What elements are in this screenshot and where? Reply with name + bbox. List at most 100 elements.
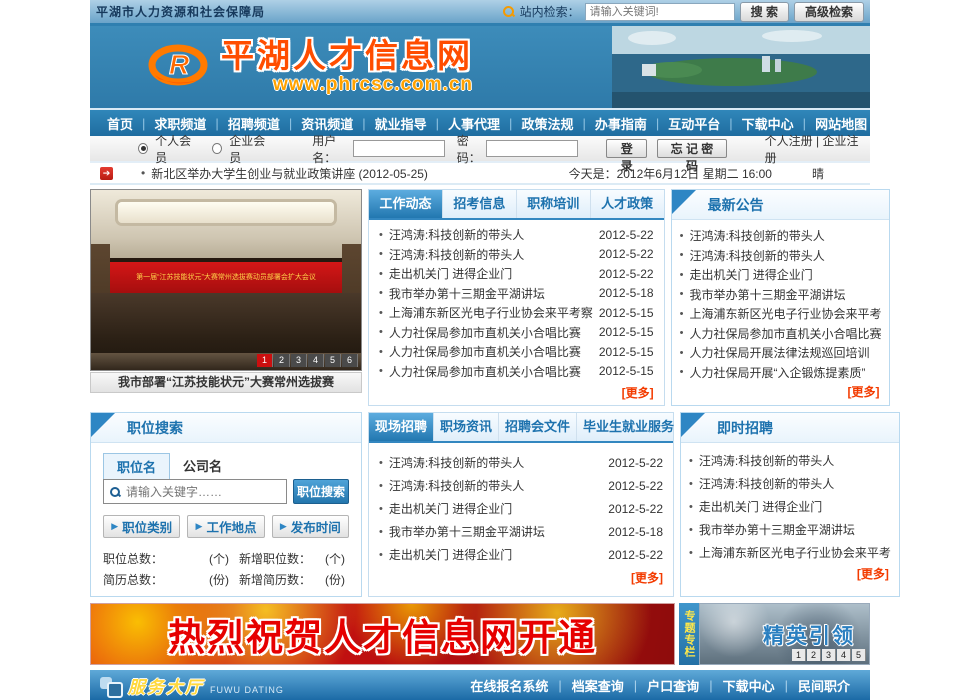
tab-workplace-news[interactable]: 职场资讯	[434, 413, 499, 441]
work-news-more-link[interactable]: [更多]	[622, 386, 654, 400]
photo-page-1[interactable]: 1	[257, 354, 273, 367]
recruit-tabbar: 现场招聘 职场资讯 招聘会文件 毕业生就业服务	[369, 413, 673, 443]
notice-more-link[interactable]: [更多]	[847, 385, 879, 399]
keyword-input[interactable]	[126, 485, 281, 499]
tab-onsite-recruit[interactable]: 现场招聘	[369, 413, 434, 441]
new-jobs-unit: (个)	[323, 550, 349, 567]
login-button[interactable]: 登 录	[606, 139, 647, 158]
bullet-icon: •	[689, 524, 693, 536]
photo-page-5[interactable]: 5	[325, 354, 341, 367]
site-search-input[interactable]	[585, 3, 735, 21]
elite-page-1[interactable]: 1	[792, 649, 806, 661]
page-container: 平湖市人力资源和社会保障局 站内检索： 搜 索 高级检索 R 平湖人才信息网 w…	[90, 0, 870, 700]
bullet-icon: •	[379, 287, 383, 299]
logo-area[interactable]: R 平湖人才信息网 www.phrcsc.com.cn	[145, 38, 473, 96]
nav-sitemap[interactable]: 网站地图	[806, 114, 876, 133]
notice-list: •汪鸿涛:科技创新的带头人 •汪鸿涛:科技创新的带头人 •走出机关门 进得企业门…	[672, 220, 890, 382]
news-item: •走出机关门 进得企业门2012-5-22	[379, 543, 663, 566]
filter-publish-time[interactable]: ▶发布时间	[272, 515, 349, 538]
news-item: •汪鸿涛:科技创新的带头人2012-5-22	[379, 225, 654, 245]
total-resumes-unit: (份)	[177, 571, 229, 588]
header-scenery-photo	[612, 26, 870, 108]
login-bar: 个人会员 企业会员 用户名： 密码： 登 录 忘 记 密 码 个人注册 | 企业…	[90, 136, 870, 163]
notice-item: •人力社保局开展“入企锻炼提素质”	[680, 363, 882, 383]
special-column-vertical-tab[interactable]: 专题专栏	[679, 603, 699, 665]
job-filter-buttons: ▶职位类别 ▶工作地点 ▶发布时间	[103, 515, 349, 538]
nav-home[interactable]: 首页	[98, 114, 142, 133]
photo-news-image[interactable]: 第一届“江苏技能状元”大赛常州选拔赛动员部署会扩大会议 1 2 3 4 5 6	[90, 189, 362, 371]
bullet-icon: •	[379, 457, 383, 469]
personal-member-radio[interactable]	[138, 143, 148, 154]
nav-hr-agency[interactable]: 人事代理	[439, 114, 509, 133]
elite-page-4[interactable]: 4	[837, 649, 851, 661]
link-archive-query[interactable]: 档案查询	[562, 676, 634, 695]
job-search-button[interactable]: 职位搜索	[293, 479, 349, 504]
tab-position-name[interactable]: 职位名	[103, 453, 170, 479]
photo-page-2[interactable]: 2	[274, 354, 290, 367]
stats-row: 职位总数： (个) 新增职位数： (个)	[103, 548, 349, 569]
news-item: •我市举办第十三期金平湖讲坛2012-5-18	[379, 520, 663, 543]
tab-work-dynamics[interactable]: 工作动态	[369, 190, 443, 218]
nav-downloads[interactable]: 下载中心	[733, 114, 803, 133]
recruit-more-link[interactable]: [更多]	[631, 571, 663, 585]
elite-page-3[interactable]: 3	[822, 649, 836, 661]
search-button[interactable]: 搜 索	[740, 2, 789, 22]
bullet-icon: •	[379, 526, 383, 538]
nav-recruit[interactable]: 招聘频道	[219, 114, 289, 133]
company-member-radio[interactable]	[212, 143, 222, 154]
tab-graduate-services[interactable]: 毕业生就业服务	[577, 413, 680, 441]
link-household-query[interactable]: 户口查询	[637, 676, 709, 695]
nav-jobseek[interactable]: 求职频道	[145, 114, 215, 133]
tab-talent-policy[interactable]: 人才政策	[591, 190, 664, 218]
forgot-password-button[interactable]: 忘 记 密 码	[657, 139, 726, 158]
tab-exam-info[interactable]: 招考信息	[443, 190, 517, 218]
service-hall-bar: 服务大厅 FUWU DATING 在线报名系统| 档案查询| 户口查询| 下载中…	[90, 670, 870, 700]
notice-item: •我市举办第十三期金平湖讲坛	[689, 518, 891, 541]
personal-register-link[interactable]: 个人注册	[765, 134, 813, 148]
recruit-news-panel: 现场招聘 职场资讯 招聘会文件 毕业生就业服务 •汪鸿涛:科技创新的带头人201…	[368, 412, 674, 597]
more-row: [更多]	[681, 564, 899, 586]
link-private-agency[interactable]: 民间职介	[788, 676, 860, 695]
nav-handbook[interactable]: 办事指南	[586, 114, 656, 133]
photo-caption[interactable]: 我市部署“江苏技能状元”大赛常州选拔赛	[90, 372, 362, 393]
more-row: [更多]	[369, 568, 673, 590]
tab-company-name[interactable]: 公司名	[170, 453, 235, 479]
bullet-icon: •	[379, 326, 383, 338]
banner-row: 热烈祝贺人才信息网开通 专题专栏 精英引领 1 2 3 4 5	[90, 603, 870, 665]
nav-news[interactable]: 资讯频道	[292, 114, 362, 133]
photo-page-4[interactable]: 4	[308, 354, 324, 367]
elite-banner-photo[interactable]: 精英引领 1 2 3 4 5	[699, 603, 870, 665]
today-date: 今天是：2012年6月12日 星期二 16:00	[569, 165, 772, 182]
password-input[interactable]	[486, 140, 578, 157]
username-input[interactable]	[353, 140, 445, 157]
search-icon	[109, 486, 121, 498]
bullet-icon: •	[689, 501, 693, 513]
instant-more-link[interactable]: [更多]	[857, 567, 889, 581]
weather-status: 晴	[812, 165, 824, 182]
nav-policies[interactable]: 政策法规	[512, 114, 582, 133]
bullet-icon: •	[379, 248, 383, 260]
bullet-icon: •	[689, 455, 693, 467]
tab-title-training[interactable]: 职称培训	[517, 190, 591, 218]
link-online-registration[interactable]: 在线报名系统	[460, 676, 558, 695]
main-row-1: 第一届“江苏技能状元”大赛常州选拔赛动员部署会扩大会议 1 2 3 4 5 6 …	[90, 189, 870, 406]
filter-job-category[interactable]: ▶职位类别	[103, 515, 180, 538]
main-row-2: 职位搜索 职位名 公司名 职位搜索 ▶职位类别 ▶工作地点 ▶发布时间	[90, 412, 870, 597]
nav-interactive[interactable]: 互动平台	[659, 114, 729, 133]
filter-work-location[interactable]: ▶工作地点	[187, 515, 264, 538]
notice-item: •汪鸿涛:科技创新的带头人	[689, 472, 891, 495]
ticker-headline[interactable]: 新北区举办大学生创业与就业政策讲座 (2012-05-25)	[151, 165, 428, 182]
link-download-center[interactable]: 下载中心	[713, 676, 785, 695]
news-item: •汪鸿涛:科技创新的带头人2012-5-22	[379, 474, 663, 497]
celebration-banner[interactable]: 热烈祝贺人才信息网开通	[90, 603, 675, 665]
nav-guidance[interactable]: 就业指导	[366, 114, 436, 133]
bullet-icon: •	[680, 347, 684, 359]
notice-item: •我市举办第十三期金平湖讲坛	[680, 285, 882, 305]
elite-page-5[interactable]: 5	[852, 649, 866, 661]
bullet-icon: •	[680, 230, 684, 242]
advanced-search-button[interactable]: 高级检索	[794, 2, 864, 22]
elite-page-2[interactable]: 2	[807, 649, 821, 661]
photo-page-3[interactable]: 3	[291, 354, 307, 367]
tab-jobfair-files[interactable]: 招聘会文件	[499, 413, 577, 441]
photo-page-6[interactable]: 6	[342, 354, 358, 367]
